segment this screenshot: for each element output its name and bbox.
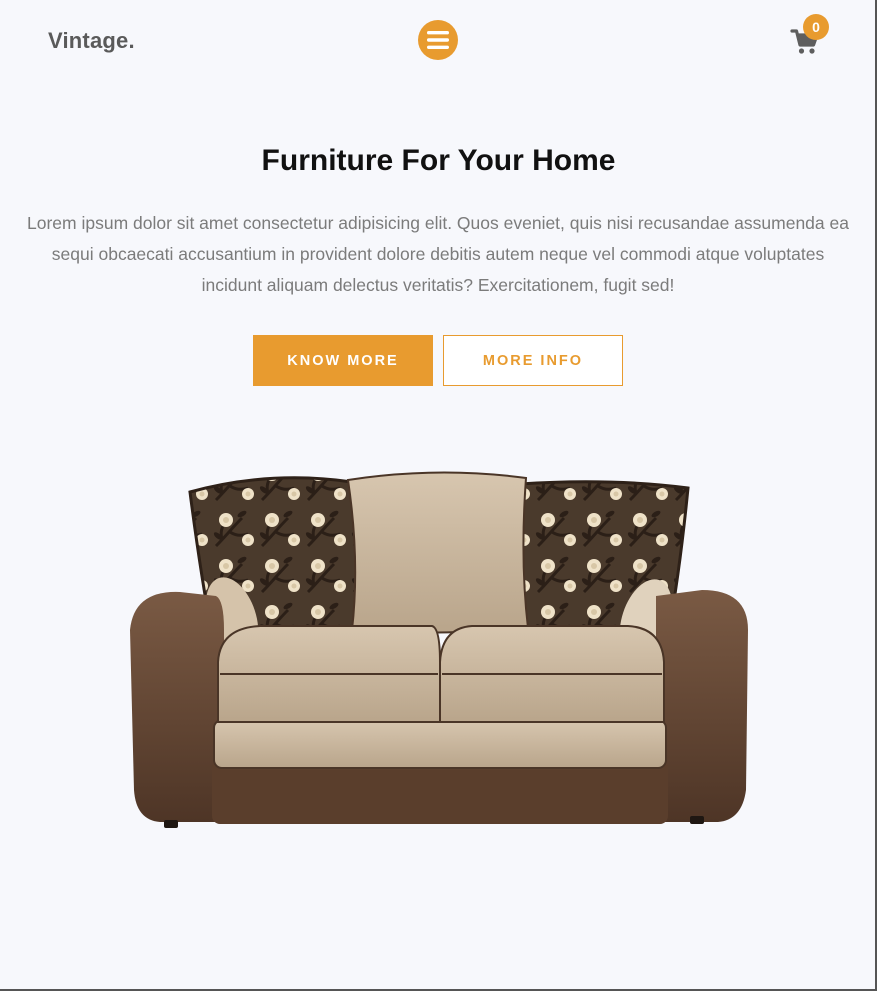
know-more-button[interactable]: KNOW MORE [253,335,433,386]
sofa-image [130,471,748,828]
more-info-button[interactable]: MORE INFO [443,335,623,386]
hamburger-menu-icon [427,31,449,49]
cart-button[interactable]: 0 [790,14,830,60]
hero-description: Lorem ipsum dolor sit amet consectetur a… [27,213,849,295]
hero-title: Furniture For Your Home [261,144,616,177]
site-logo[interactable]: Vintage. [48,28,135,54]
cart-count-badge: 0 [803,14,829,40]
menu-button[interactable] [418,20,458,60]
